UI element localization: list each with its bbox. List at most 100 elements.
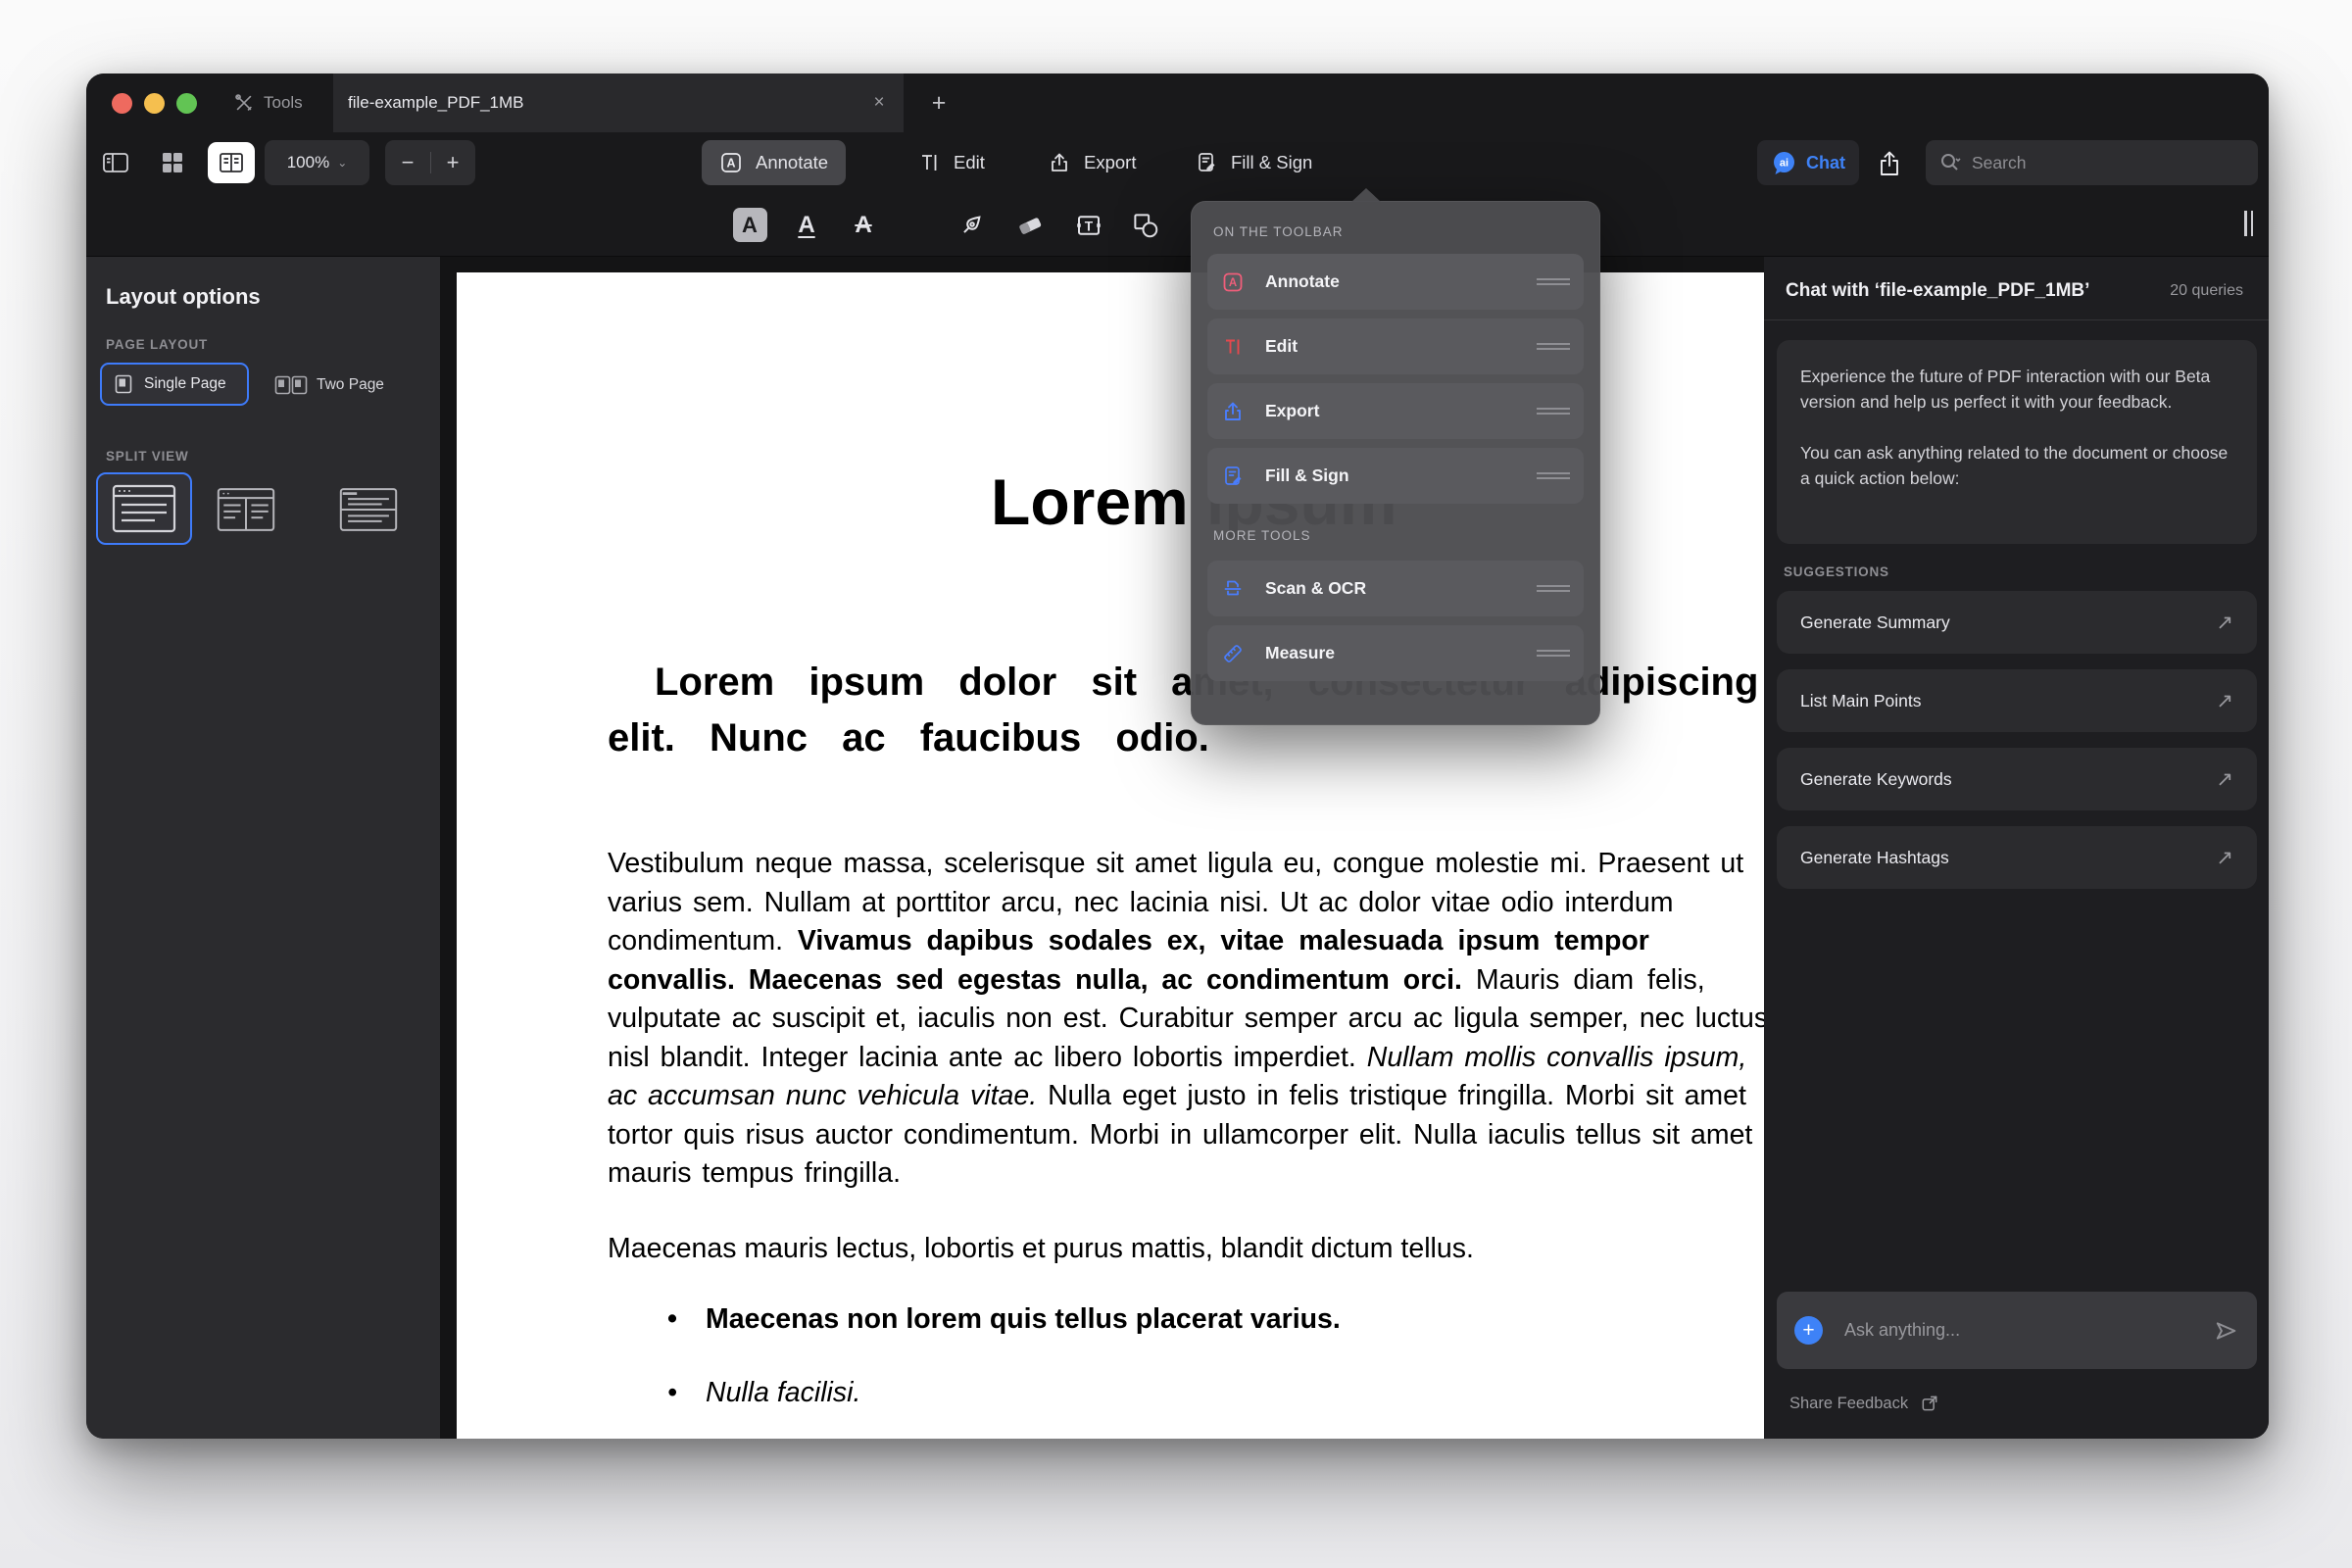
tab-edit-label: Edit bbox=[954, 152, 985, 173]
edit-text-icon bbox=[917, 151, 941, 174]
split-view-single-option[interactable] bbox=[96, 472, 192, 545]
export-icon bbox=[1048, 151, 1071, 174]
document-bullet: •Maecenas non lorem quis tellus placerat… bbox=[667, 1303, 1341, 1336]
drag-handle-icon[interactable] bbox=[1537, 469, 1570, 482]
external-link-icon bbox=[1920, 1394, 1939, 1413]
split-single-icon bbox=[112, 484, 176, 533]
single-page-icon bbox=[112, 372, 135, 396]
suggestions-label: SUGGESTIONS bbox=[1784, 564, 1889, 579]
suggestion-list-main-points[interactable]: List Main Points ↗ bbox=[1777, 669, 2257, 732]
chat-input-placeholder: Ask anything... bbox=[1844, 1320, 1960, 1341]
split-view-horizontal-option[interactable] bbox=[339, 487, 398, 532]
suggestion-generate-hashtags[interactable]: Generate Hashtags ↗ bbox=[1777, 826, 2257, 889]
panel-resize-handle[interactable] bbox=[2244, 211, 2258, 240]
single-page-option[interactable]: Single Page bbox=[100, 363, 249, 406]
svg-text:ai: ai bbox=[1780, 157, 1788, 169]
textbox-tool-button[interactable]: T bbox=[1066, 193, 1111, 257]
sidebar-toggle-button[interactable] bbox=[98, 132, 133, 193]
send-icon[interactable] bbox=[2212, 1317, 2239, 1345]
split-view-label: SPLIT VIEW bbox=[106, 449, 189, 464]
drag-handle-icon[interactable] bbox=[1537, 405, 1570, 417]
ai-chat-panel: Chat with ‘file-example_PDF_1MB’ 20 quer… bbox=[1764, 257, 2269, 1439]
textbox-icon: T bbox=[1074, 211, 1103, 240]
strikeout-tool-button[interactable]: A bbox=[841, 193, 886, 257]
main-toolbar: 100% ⌄ − + A Annotate Edit bbox=[86, 132, 2269, 193]
dropdown-item-measure[interactable]: Measure bbox=[1207, 625, 1584, 681]
tools-menu-button[interactable]: Tools bbox=[233, 74, 303, 132]
close-window-button[interactable] bbox=[112, 93, 132, 114]
eraser-tool-button[interactable] bbox=[1007, 193, 1053, 257]
tab-annotate[interactable]: A Annotate bbox=[702, 140, 846, 185]
measure-icon bbox=[1221, 642, 1245, 665]
two-page-option[interactable]: Two Page bbox=[274, 370, 384, 400]
drag-handle-icon[interactable] bbox=[1537, 340, 1570, 353]
document-paragraph: Maecenas mauris lectus, lobortis et puru… bbox=[608, 1233, 1474, 1265]
tab-export-label: Export bbox=[1084, 152, 1136, 173]
search-input[interactable]: Search bbox=[1926, 140, 2258, 185]
zoom-level-value: 100% bbox=[287, 153, 329, 172]
share-icon[interactable] bbox=[1872, 146, 1907, 181]
layout-options-sidebar: Layout options PAGE LAYOUT Single Page T… bbox=[86, 257, 440, 1439]
underline-icon: A bbox=[798, 212, 814, 239]
split-vertical-icon bbox=[217, 487, 275, 532]
tools-label: Tools bbox=[264, 93, 303, 113]
drag-handle-icon[interactable] bbox=[1537, 582, 1570, 595]
drag-handle-icon[interactable] bbox=[1537, 647, 1570, 660]
pen-tool-button[interactable] bbox=[949, 193, 994, 257]
tab-title: file-example_PDF_1MB bbox=[348, 93, 524, 113]
tab-fill-sign[interactable]: Fill & Sign bbox=[1177, 140, 1330, 185]
highlight-icon: A bbox=[733, 208, 767, 242]
fill-sign-icon bbox=[1195, 151, 1218, 174]
share-feedback-link[interactable]: Share Feedback bbox=[1789, 1394, 1939, 1413]
zoom-out-button[interactable]: − bbox=[386, 150, 430, 175]
tab-edit[interactable]: Edit bbox=[900, 140, 1003, 185]
split-horizontal-icon bbox=[339, 487, 398, 532]
chat-button[interactable]: ai Chat bbox=[1757, 140, 1859, 185]
annotation-toolbar: A A A bbox=[86, 193, 2269, 257]
more-tools-label: MORE TOOLS bbox=[1213, 528, 1311, 543]
dropdown-item-export[interactable]: Export bbox=[1207, 383, 1584, 439]
search-placeholder: Search bbox=[1972, 153, 2026, 173]
pen-icon bbox=[956, 211, 986, 240]
app-window: Tools file-example_PDF_1MB × + bbox=[86, 74, 2269, 1439]
dropdown-item-edit[interactable]: Edit bbox=[1207, 318, 1584, 374]
tab-close-icon[interactable]: × bbox=[866, 90, 892, 116]
two-page-icon bbox=[274, 373, 308, 397]
content-area: Layout options PAGE LAYOUT Single Page T… bbox=[86, 257, 2269, 1439]
dropdown-item-annotate[interactable]: A Annotate bbox=[1207, 254, 1584, 310]
tools-icon bbox=[233, 92, 255, 114]
zoom-level-dropdown[interactable]: 100% ⌄ bbox=[265, 140, 369, 185]
scan-ocr-icon bbox=[1221, 577, 1245, 601]
document-tab[interactable]: file-example_PDF_1MB × bbox=[333, 74, 904, 132]
split-view-vertical-option[interactable] bbox=[217, 487, 275, 532]
arrow-up-right-icon: ↗ bbox=[2216, 689, 2233, 713]
thumbnails-grid-button[interactable] bbox=[155, 132, 190, 193]
zoom-window-button[interactable] bbox=[176, 93, 197, 114]
tab-export[interactable]: Export bbox=[1030, 140, 1153, 185]
svg-text:A: A bbox=[1229, 277, 1237, 289]
dropdown-item-fill-sign[interactable]: Fill & Sign bbox=[1207, 448, 1584, 504]
drag-handle-icon[interactable] bbox=[1537, 275, 1570, 288]
annotate-icon: A bbox=[1221, 270, 1245, 294]
highlight-tool-button[interactable]: A bbox=[727, 193, 772, 257]
suggestion-generate-keywords[interactable]: Generate Keywords ↗ bbox=[1777, 748, 2257, 810]
reading-view-button[interactable] bbox=[208, 142, 255, 183]
shapes-tool-button[interactable] bbox=[1123, 193, 1168, 257]
on-the-toolbar-label: ON THE TOOLBAR bbox=[1213, 224, 1344, 239]
suggestion-generate-summary[interactable]: Generate Summary ↗ bbox=[1777, 591, 2257, 654]
new-tab-button[interactable]: + bbox=[925, 89, 953, 117]
zoom-stepper: − + bbox=[385, 140, 475, 185]
fill-sign-icon bbox=[1221, 465, 1245, 488]
minimize-window-button[interactable] bbox=[144, 93, 165, 114]
dropdown-item-scan-ocr[interactable]: Scan & OCR bbox=[1207, 561, 1584, 616]
two-page-label: Two Page bbox=[317, 376, 384, 394]
export-icon bbox=[1221, 400, 1245, 423]
arrow-up-right-icon: ↗ bbox=[2216, 767, 2233, 792]
underline-tool-button[interactable]: A bbox=[784, 193, 829, 257]
chat-intro-message: Experience the future of PDF interaction… bbox=[1777, 340, 2257, 544]
chat-input[interactable]: + Ask anything... bbox=[1777, 1292, 2257, 1369]
document-bullet: •Nulla facilisi. bbox=[667, 1377, 860, 1409]
zoom-in-button[interactable]: + bbox=[431, 150, 475, 175]
add-attachment-icon[interactable]: + bbox=[1794, 1316, 1823, 1345]
search-icon bbox=[1938, 151, 1962, 174]
